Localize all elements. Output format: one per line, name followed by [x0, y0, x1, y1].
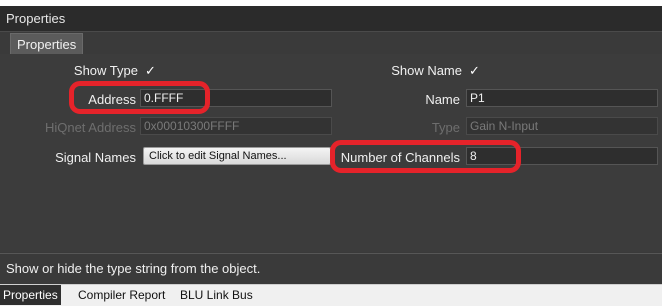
- status-bar: Show or hide the type string from the ob…: [0, 253, 662, 283]
- show-name-checkbox[interactable]: ✓: [469, 64, 480, 78]
- show-name-label: Show Name: [391, 63, 462, 78]
- bottom-tab-blu-link-bus[interactable]: BLU Link Bus: [177, 285, 256, 305]
- name-label: Name: [425, 92, 460, 107]
- number-of-channels-label: Number of Channels: [340, 150, 460, 165]
- hiqnet-address-label: HiQnet Address: [44, 120, 136, 135]
- name-field[interactable]: P1: [466, 89, 658, 107]
- tab-strip: [0, 32, 662, 54]
- number-of-channels-field[interactable]: 8: [466, 147, 658, 165]
- bottom-tab-compiler-report[interactable]: Compiler Report: [75, 285, 168, 305]
- hiqnet-address-field: 0x00010300FFFF: [140, 117, 332, 135]
- bottom-tab-properties[interactable]: Properties: [0, 285, 61, 305]
- properties-window: Properties Properties Show Type ✓ Show N…: [0, 0, 662, 306]
- address-label: Address: [88, 92, 136, 107]
- address-field[interactable]: 0.FFFF: [140, 89, 332, 107]
- show-type-label: Show Type: [73, 63, 138, 78]
- properties-panel: Show Type ✓ Show Name ✓ Address 0.FFFF N…: [0, 54, 662, 252]
- show-type-checkbox[interactable]: ✓: [145, 64, 156, 78]
- signal-names-label: Signal Names: [55, 150, 136, 165]
- type-label: Type: [431, 120, 460, 135]
- edit-signal-names-button[interactable]: Click to edit Signal Names...: [143, 147, 331, 165]
- tab-properties[interactable]: Properties: [10, 33, 84, 54]
- bottom-tab-bar: Properties Compiler Report BLU Link Bus: [0, 284, 662, 306]
- type-field: Gain N-Input: [466, 117, 658, 135]
- window-title: Properties: [0, 6, 662, 32]
